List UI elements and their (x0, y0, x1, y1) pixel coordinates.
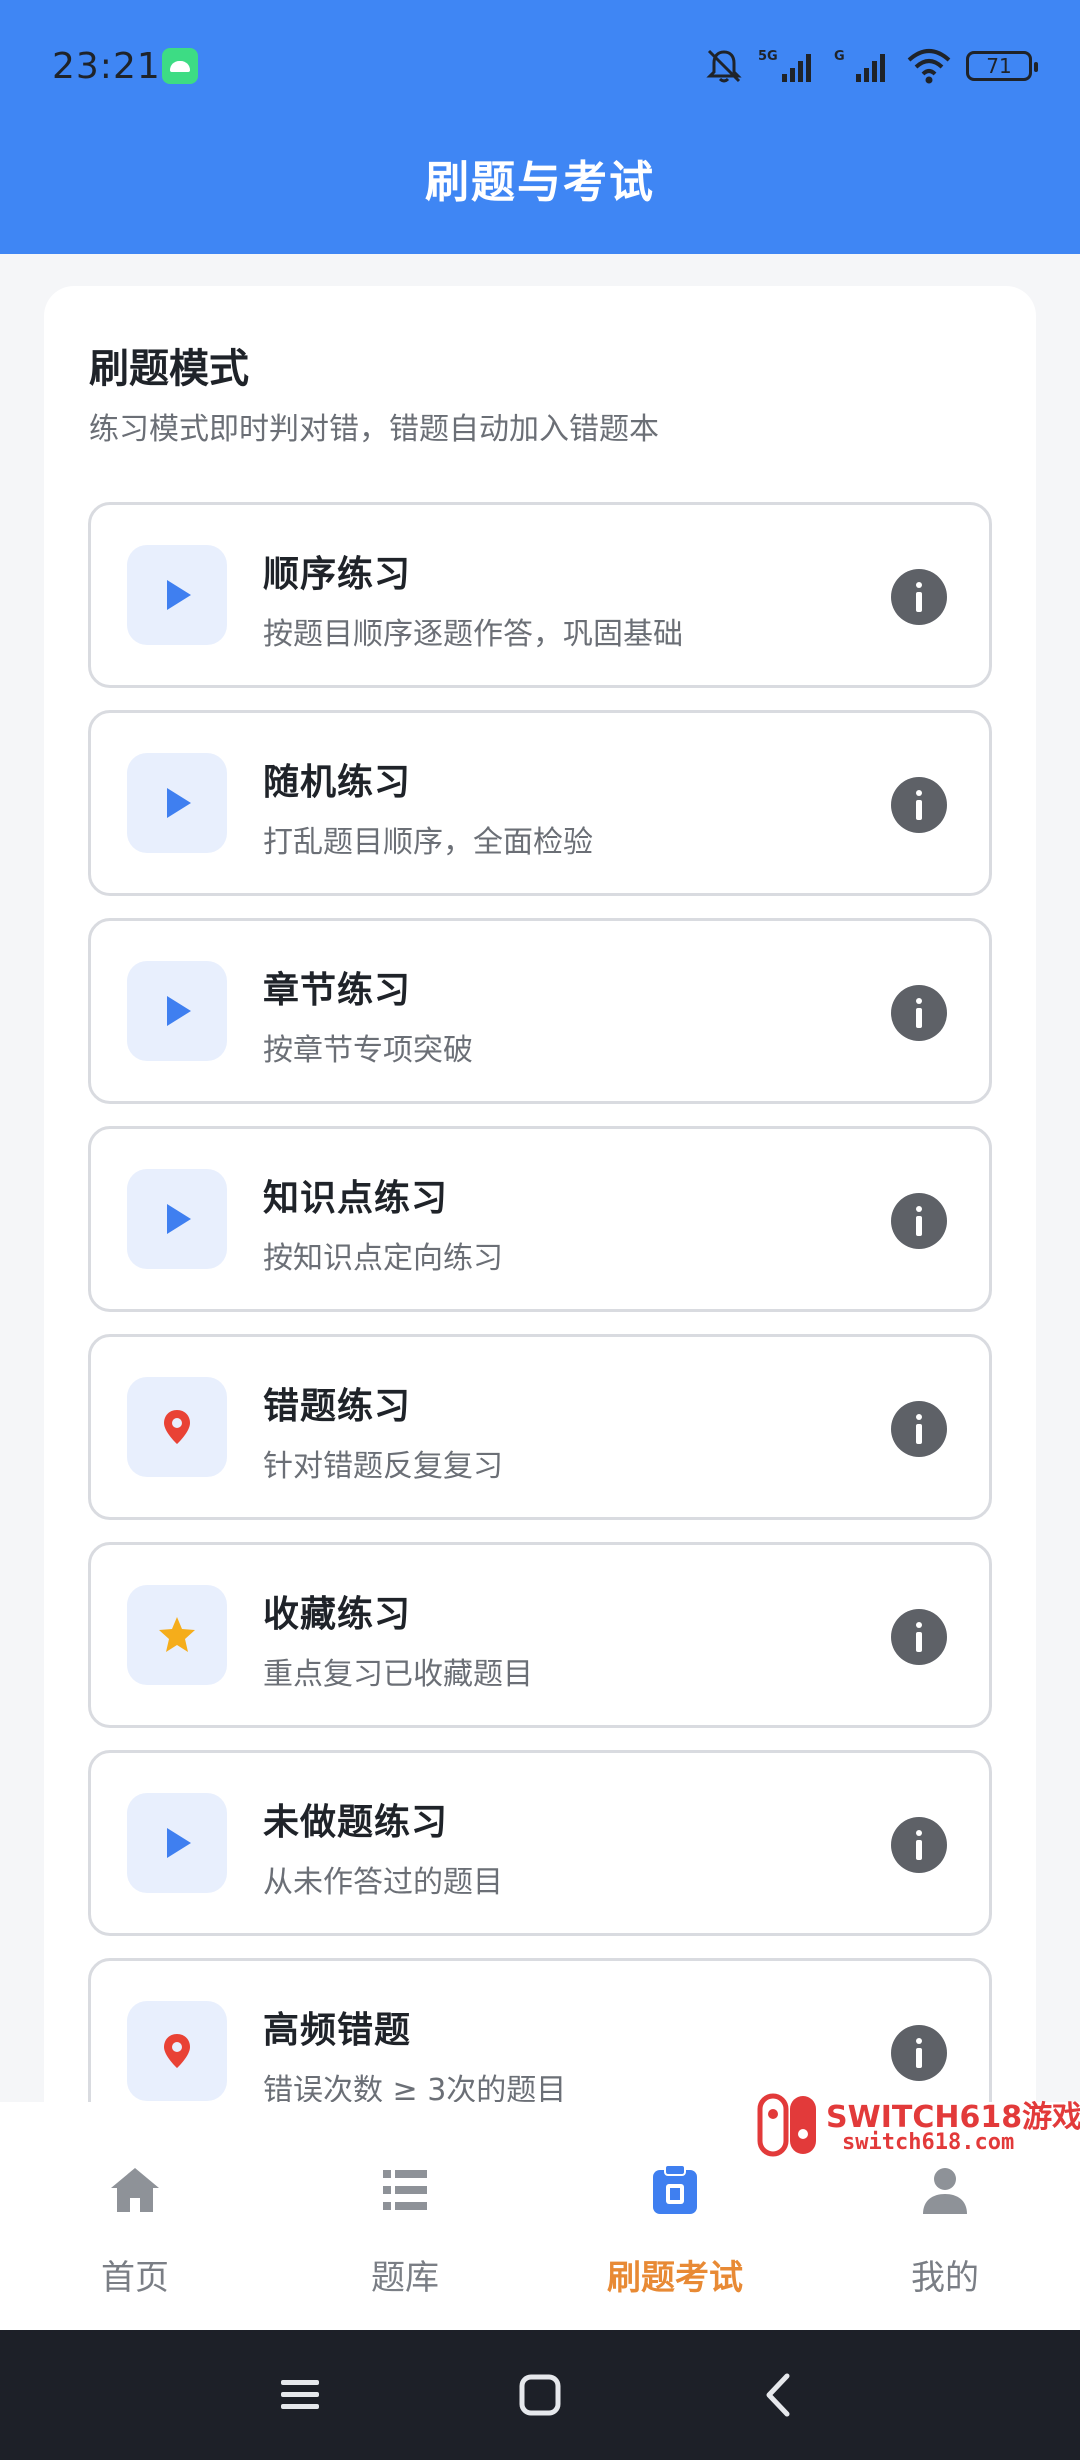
signal-g-icon: G (834, 49, 885, 82)
section-title: 刷题模式 (89, 346, 249, 392)
mode-item-favorites[interactable]: 收藏练习 重点复习已收藏题目 (88, 1542, 992, 1728)
mode-title: 错题练习 (263, 1386, 412, 1427)
mode-desc: 针对错题反复复习 (263, 1449, 503, 1484)
star-icon (159, 1617, 195, 1652)
mode-icon-box (127, 1793, 227, 1893)
info-icon[interactable] (891, 1817, 947, 1873)
mode-item-sequential[interactable]: 顺序练习 按题目顺序逐题作答，巩固基础 (88, 502, 992, 688)
mode-title: 章节练习 (263, 970, 412, 1011)
mode-title: 随机练习 (263, 762, 412, 803)
home-square-icon[interactable] (515, 2370, 565, 2420)
mode-title: 高频错题 (263, 2010, 412, 2051)
mode-icon-box (127, 1585, 227, 1685)
signal-g-label: G (834, 49, 845, 64)
mode-desc: 打乱题目顺序，全面检验 (263, 825, 593, 860)
mode-desc: 从未作答过的题目 (263, 1865, 503, 1900)
info-icon[interactable] (891, 569, 947, 625)
status-time: 23:21 (52, 46, 161, 87)
android-app-icon (162, 48, 198, 84)
mode-desc: 按知识点定向练习 (263, 1241, 503, 1276)
play-icon (167, 996, 191, 1026)
play-icon (167, 788, 191, 818)
mode-icon-box (127, 961, 227, 1061)
location-pin-icon (164, 2034, 190, 2068)
home-icon (111, 2168, 159, 2212)
watermark-url: switch618.com (842, 2130, 1015, 2155)
status-icons: 5G G 71 (704, 46, 1038, 86)
mode-item-knowledge-point[interactable]: 知识点练习 按知识点定向练习 (88, 1126, 992, 1312)
status-bar: 23:21 5G G 71 (0, 0, 1080, 140)
nav-home[interactable]: 首页 (0, 2102, 270, 2330)
play-icon (167, 580, 191, 610)
info-icon[interactable] (891, 1401, 947, 1457)
person-icon (923, 2168, 967, 2214)
mode-icon-box (127, 1377, 227, 1477)
app-header: 23:21 5G G 71 刷题与考试 (0, 0, 1080, 254)
mode-icon-box (127, 2001, 227, 2101)
play-icon (167, 1828, 191, 1858)
mode-item-unanswered[interactable]: 未做题练习 从未作答过的题目 (88, 1750, 992, 1936)
play-icon (167, 1204, 191, 1234)
switch-logo-icon (757, 2093, 816, 2157)
system-nav-bar (0, 2330, 1080, 2460)
clipboard-icon (653, 2164, 697, 2214)
signal-5g-label: 5G (758, 49, 778, 64)
section-subtitle: 练习模式即时判对错，错题自动加入错题本 (89, 412, 659, 447)
nav-question-bank[interactable]: 题库 (270, 2102, 540, 2330)
back-icon[interactable] (755, 2370, 805, 2420)
mode-item-wrong-questions[interactable]: 错题练习 针对错题反复复习 (88, 1334, 992, 1520)
signal-5g-icon: 5G (758, 49, 811, 82)
mode-desc: 重点复习已收藏题目 (263, 1657, 533, 1692)
mode-title: 未做题练习 (263, 1802, 449, 1843)
page-title: 刷题与考试 (425, 157, 655, 208)
mode-icon-box (127, 1169, 227, 1269)
info-icon[interactable] (891, 777, 947, 833)
nav-label: 首页 (101, 2258, 169, 2298)
watermark: SWITCH618游戏 switch618.com (756, 2088, 1080, 2162)
info-icon[interactable] (891, 985, 947, 1041)
wifi-icon (907, 49, 951, 84)
menu-icon[interactable] (275, 2370, 325, 2420)
mode-title: 收藏练习 (263, 1594, 412, 1635)
list-icon (383, 2170, 427, 2210)
location-pin-icon (164, 1410, 190, 1444)
mode-icon-box (127, 545, 227, 645)
nav-label: 刷题考试 (607, 2258, 743, 2298)
mode-desc: 按章节专项突破 (263, 1033, 473, 1068)
nav-label: 题库 (371, 2258, 439, 2298)
info-icon[interactable] (891, 1193, 947, 1249)
info-icon[interactable] (891, 1609, 947, 1665)
battery-indicator: 71 (966, 51, 1038, 81)
practice-mode-card: 刷题模式 练习模式即时判对错，错题自动加入错题本 顺序练习 按题目顺序逐题作答，… (44, 286, 1036, 2186)
mode-title: 顺序练习 (263, 554, 412, 595)
nav-label: 我的 (911, 2258, 979, 2298)
info-icon[interactable] (891, 2025, 947, 2081)
mode-item-random[interactable]: 随机练习 打乱题目顺序，全面检验 (88, 710, 992, 896)
mode-desc: 按题目顺序逐题作答，巩固基础 (263, 617, 683, 652)
mode-icon-box (127, 753, 227, 853)
bell-muted-icon (706, 49, 742, 83)
mode-item-chapter[interactable]: 章节练习 按章节专项突破 (88, 918, 992, 1104)
mode-title: 知识点练习 (263, 1178, 449, 1219)
